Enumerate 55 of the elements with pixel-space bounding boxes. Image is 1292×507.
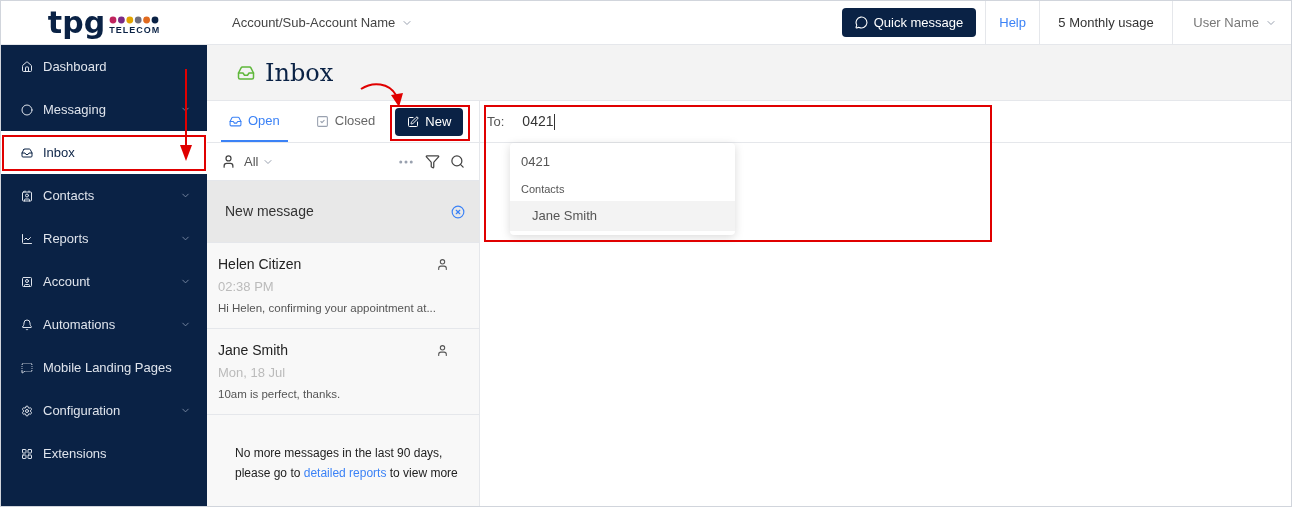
sidebar-item[interactable]: Messaging <box>1 88 207 131</box>
person-icon <box>436 257 449 271</box>
suggestion-option[interactable]: 0421 <box>510 147 735 177</box>
recipient-field[interactable]: 0421 <box>522 111 555 132</box>
inbox-icon <box>229 114 242 128</box>
inbox-icon <box>237 63 255 82</box>
monthly-usage: 5 Monthly usage <box>1039 1 1173 45</box>
sidebar-item[interactable]: Account <box>1 260 207 303</box>
help-link[interactable]: Help <box>985 1 1039 45</box>
detailed-reports-link[interactable]: detailed reports <box>303 466 387 480</box>
contact-name: Helen Citizen <box>218 254 303 274</box>
group-heading: Contacts <box>520 181 566 197</box>
message-preview: 10am is perfect, thanks. <box>218 387 341 403</box>
annotation-arrow <box>359 81 405 107</box>
message-preview: Hi Helen, confirming your appointment at... <box>218 301 436 317</box>
sidebar-item[interactable]: Configuration <box>1 389 207 432</box>
brand-logo: tpg TELECOM <box>47 8 161 37</box>
sidebar-item[interactable]: Contacts <box>1 174 207 217</box>
circle-icon <box>21 103 33 116</box>
sidebar-item[interactable]: Mobile Landing Pages <box>1 346 207 389</box>
new-button[interactable]: New <box>395 107 464 136</box>
grid-icon <box>21 447 33 460</box>
sidebar-item[interactable]: Automations <box>1 303 207 346</box>
no-more-messages-text: No more messages in the last 90 days, please go to detailed reports to view more <box>234 445 459 482</box>
person-icon <box>436 343 449 357</box>
message-time: Mon, 18 Jul <box>218 363 287 382</box>
account-selector[interactable]: Account/Sub-Account Name <box>232 12 414 33</box>
bell-icon <box>21 318 33 331</box>
filter-icon[interactable] <box>425 154 440 169</box>
contact-name: Jane Smith <box>218 340 290 360</box>
settings-icon <box>21 404 33 417</box>
chat-bubble-icon <box>854 16 868 29</box>
inbox-icon <box>21 146 33 159</box>
suggestion-option[interactable]: Jane Smith <box>510 201 735 231</box>
quick-message-button[interactable]: Quick message <box>841 8 977 37</box>
home-icon <box>21 60 33 73</box>
sidebar-item[interactable]: Dashboard <box>1 45 207 88</box>
page-title: Inbox <box>265 57 334 89</box>
checkbox-icon <box>315 114 329 128</box>
assignee-filter[interactable]: All <box>244 151 275 172</box>
sidebar-item[interactable]: Extensions <box>1 432 207 475</box>
edit-icon <box>407 115 420 128</box>
chat-bubble-icon <box>21 361 33 374</box>
draft-conversation[interactable]: New message <box>207 181 479 243</box>
person-icon <box>221 154 236 169</box>
id-card-icon <box>21 275 33 288</box>
to-label: To: <box>487 112 505 131</box>
user-menu[interactable]: User Name <box>1173 12 1291 33</box>
tab[interactable]: Closed <box>307 102 384 142</box>
contact-card-icon <box>21 189 33 202</box>
search-icon[interactable] <box>450 154 465 169</box>
sidebar-item[interactable]: Reports <box>1 217 207 260</box>
message-time: 02:38 PM <box>218 277 275 296</box>
close-icon[interactable] <box>451 204 465 219</box>
line-chart-icon <box>21 232 33 245</box>
